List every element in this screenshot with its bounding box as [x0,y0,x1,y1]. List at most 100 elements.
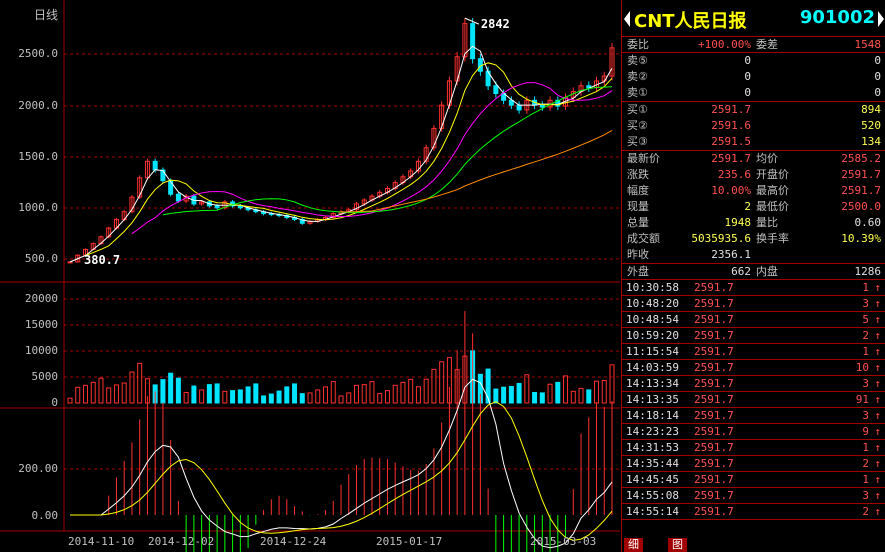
volume-bar [532,391,538,404]
volume-axis-label: 0 [51,396,58,409]
volume-bar [338,395,344,404]
stat-value: 1948 [724,216,752,229]
stat-row: 成交额 5035935.6 换手率 10.39% [622,231,885,247]
date-axis-label: 2014-12-02 [148,535,215,548]
volume-bar [516,382,522,404]
ask-price: 0 [744,86,751,99]
volume-bar [214,383,220,404]
volume-bar [346,392,352,404]
stats-block: 最新价 2591.7 均价 2585.2 涨跌 235.6 开盘价 2591.7… [622,151,885,264]
tick-volume: 1 [862,441,869,454]
volume-axis-label: 10000 [24,344,58,357]
volume-bar [191,385,197,404]
tick-price: 2591.7 [694,393,734,406]
stat-value: 2356.1 [711,248,751,261]
volume-bar [315,389,321,404]
volume-bar [237,389,243,404]
tick-price: 2591.7 [694,409,734,422]
candle-body [160,169,166,182]
waipan-label: 外盘 [627,265,649,278]
weibi-label: 委比 [627,38,649,51]
tick-price: 2591.7 [694,297,734,310]
volume-bar [539,392,545,404]
chart-tab[interactable]: 图 [668,538,687,552]
volume-bar [160,379,166,404]
stat-label: 均价 [756,152,778,165]
stat-row: 总量 1948 量比 0.60 [622,215,885,231]
next-stock-icon[interactable] [878,11,884,27]
bid-book: 买① 2591.7 894 买② 2591.6 520 买③ 2591.5 13… [622,102,885,151]
volume-bar [594,380,600,404]
tick-volume: 1 [862,473,869,486]
stat-value: 2 [744,200,751,213]
ask-price: 0 [744,54,751,67]
bid-volume: 520 [861,119,881,132]
tick-list[interactable]: 10:30:58 2591.7 1 ↑ 10:48:20 2591.7 3 ↑ 10:48:54… [622,280,885,520]
tick-row: 14:45:45 2591.7 1 ↑ [622,472,885,488]
date-axis-label: 2015-03-03 [530,535,597,548]
price-axis-label: 1500.0 [18,150,58,163]
tick-row: 14:13:35 2591.7 91 ↑ [622,392,885,408]
volume-bar [113,384,119,404]
bid-row: 买② 2591.6 520 [622,118,885,134]
volume-bar [199,389,205,404]
tick-time: 14:55:14 [626,505,679,518]
bid-price: 2591.6 [711,119,751,132]
candle-body [539,104,545,108]
volume-bar [384,390,390,404]
volume-bar [276,390,282,404]
kline-chart-area[interactable]: 380.7 2842 日线 2500.0 2000.0 1500.0 1000.0… [0,0,620,552]
prev-stock-icon[interactable] [624,11,630,27]
tick-up-arrow-icon: ↑ [874,489,881,502]
tick-volume: 2 [862,329,869,342]
tick-row: 14:18:14 2591.7 3 ↑ [622,408,885,424]
volume-bar [377,393,383,404]
stock-name: CNT人民日报 [634,11,747,32]
neipan-value: 1286 [854,265,882,278]
volume-bar [206,384,212,404]
volume-bar [82,384,88,404]
tick-row: 14:55:08 2591.7 3 ↑ [622,488,885,504]
weibi-value: +100.00% [698,38,751,51]
tick-time: 10:30:58 [626,281,679,294]
volume-bar [563,375,569,404]
tick-row: 14:31:53 2591.7 1 ↑ [622,440,885,456]
volume-bar [392,384,398,404]
tick-price: 2591.7 [694,425,734,438]
volume-bar [400,381,406,404]
tick-time: 14:23:23 [626,425,679,438]
tick-time: 14:03:59 [626,361,679,374]
tick-price: 2591.7 [694,473,734,486]
detail-tab[interactable]: 细 [624,538,643,552]
volume-bar [261,395,267,404]
date-axis-label: 2014-11-10 [68,535,135,548]
macd-diff-line [70,378,613,549]
macd-axis-label: 0.00 [31,509,59,522]
bid-volume: 134 [861,135,881,148]
stat-label: 总量 [627,216,649,229]
tick-time: 14:45:45 [626,473,679,486]
date-axis-label: 2014-12-24 [260,535,327,548]
tick-up-arrow-icon: ↑ [874,281,881,294]
candle-body [214,205,220,209]
tick-time: 14:55:08 [626,489,679,502]
tick-price: 2591.7 [694,345,734,358]
bid-volume: 894 [861,103,881,116]
tick-price: 2591.7 [694,313,734,326]
stat-label: 涨跌 [627,168,649,181]
volume-bar [369,381,375,404]
tick-row: 10:48:54 2591.7 5 ↑ [622,312,885,328]
volume-bar [121,382,127,404]
stat-label: 换手率 [756,232,789,245]
tick-volume: 9 [862,425,869,438]
ask-volume: 0 [874,54,881,67]
stat-label: 成交额 [627,232,660,245]
tick-row: 11:15:54 2591.7 1 ↑ [622,344,885,360]
volume-bar [323,386,329,404]
volume-bar [361,384,367,404]
volume-bar [284,386,290,404]
volume-bar [501,386,507,404]
volume-bar [90,381,96,404]
kline-chart[interactable]: 380.7 2842 [0,0,620,552]
bid-label: 买③ [627,135,648,148]
